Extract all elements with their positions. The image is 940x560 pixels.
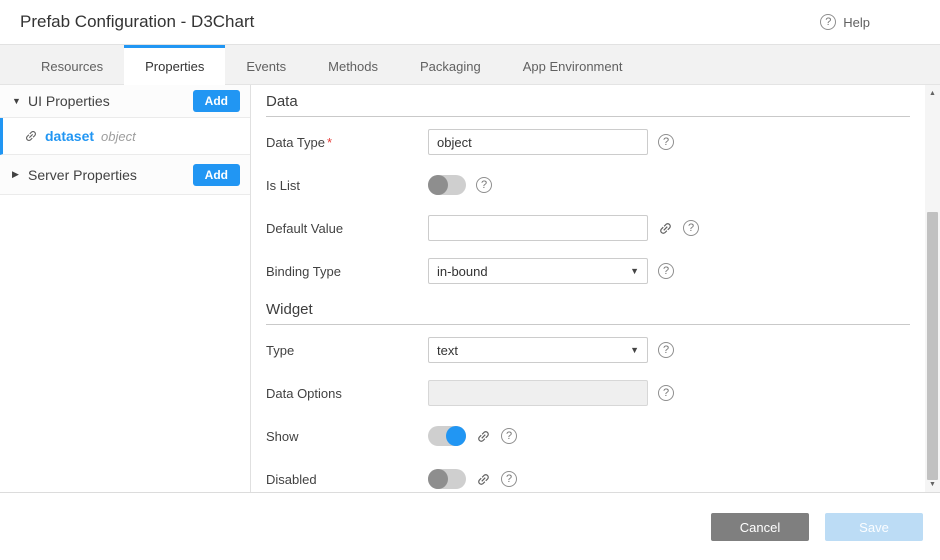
add-ui-property-button[interactable]: Add [193, 90, 240, 112]
scrollbar[interactable]: ▲ ▼ [925, 85, 940, 492]
tab-bar: Resources Properties Events Methods Pack… [0, 45, 940, 85]
tab-properties[interactable]: Properties [124, 45, 225, 85]
dataset-item-type: object [101, 129, 136, 144]
binding-type-select[interactable]: in-bound ▼ [428, 258, 648, 284]
default-value-input[interactable] [428, 215, 648, 241]
scroll-down-icon[interactable]: ▼ [925, 478, 940, 490]
toggle-knob [428, 175, 448, 195]
show-toggle[interactable] [428, 426, 466, 446]
data-type-label: Data Type* [266, 135, 428, 150]
toggle-knob [446, 426, 466, 446]
properties-sidebar: ▼ UI Properties Add dataset object ▶ Ser… [0, 85, 251, 492]
scrollbar-thumb[interactable] [927, 212, 938, 480]
is-list-toggle[interactable] [428, 175, 466, 195]
section-title-data: Data [266, 93, 910, 117]
help-icon[interactable]: ? [658, 385, 674, 401]
scroll-up-icon[interactable]: ▲ [925, 87, 940, 99]
help-icon[interactable]: ? [683, 220, 699, 236]
chevron-down-icon: ▼ [630, 345, 639, 355]
help-icon[interactable]: ? [658, 342, 674, 358]
field-row-data-options: Data Options ? [266, 380, 910, 406]
properties-panel: Data Data Type* ? Is List ? Default Valu… [251, 85, 940, 492]
section-title-widget: Widget [266, 301, 910, 325]
field-row-default-value: Default Value ? [266, 215, 910, 241]
default-value-label: Default Value [266, 221, 428, 236]
field-row-disabled: Disabled ? [266, 466, 910, 492]
required-asterisk: * [327, 135, 332, 150]
data-type-label-text: Data Type [266, 135, 325, 150]
tab-resources[interactable]: Resources [20, 45, 124, 84]
add-server-property-button[interactable]: Add [193, 164, 240, 186]
field-row-type: Type text ▼ ? [266, 337, 910, 363]
server-properties-label: Server Properties [28, 167, 137, 183]
bind-link-icon[interactable] [476, 429, 491, 444]
help-label: Help [843, 15, 870, 30]
type-select[interactable]: text ▼ [428, 337, 648, 363]
help-icon[interactable]: ? [501, 471, 517, 487]
help-button[interactable]: ? Help [820, 14, 870, 30]
chevron-right-icon: ▶ [12, 169, 28, 180]
dataset-item-name: dataset [45, 128, 94, 144]
field-row-binding-type: Binding Type in-bound ▼ ? [266, 258, 910, 284]
cancel-button[interactable]: Cancel [711, 513, 809, 541]
type-value: text [437, 343, 458, 358]
sidebar-item-dataset[interactable]: dataset object [0, 118, 250, 155]
tab-packaging[interactable]: Packaging [399, 45, 502, 84]
help-icon[interactable]: ? [501, 428, 517, 444]
help-icon: ? [820, 14, 836, 30]
page-title: Prefab Configuration - D3Chart [20, 12, 254, 32]
help-icon[interactable]: ? [658, 134, 674, 150]
bind-link-icon[interactable] [658, 221, 673, 236]
field-row-is-list: Is List ? [266, 172, 910, 198]
dialog-header: Prefab Configuration - D3Chart ? Help [0, 0, 940, 45]
field-row-show: Show ? [266, 423, 910, 449]
binding-type-label: Binding Type [266, 264, 428, 279]
toggle-knob [428, 469, 448, 489]
data-options-label: Data Options [266, 386, 428, 401]
tab-app-environment[interactable]: App Environment [502, 45, 644, 84]
chevron-down-icon: ▼ [12, 96, 28, 106]
help-icon[interactable]: ? [476, 177, 492, 193]
binding-type-value: in-bound [437, 264, 488, 279]
tab-methods[interactable]: Methods [307, 45, 399, 84]
help-icon[interactable]: ? [658, 263, 674, 279]
ui-properties-label: UI Properties [28, 93, 110, 109]
dialog-body: ▼ UI Properties Add dataset object ▶ Ser… [0, 85, 940, 492]
disabled-toggle[interactable] [428, 469, 466, 489]
chevron-down-icon: ▼ [630, 266, 639, 276]
is-list-label: Is List [266, 178, 428, 193]
data-options-input [428, 380, 648, 406]
bind-link-icon[interactable] [476, 472, 491, 487]
type-label: Type [266, 343, 428, 358]
dialog-footer: Cancel Save [0, 492, 940, 560]
field-row-data-type: Data Type* ? [266, 129, 910, 155]
link-icon [24, 129, 38, 143]
tab-events[interactable]: Events [225, 45, 307, 84]
show-label: Show [266, 429, 428, 444]
disabled-label: Disabled [266, 472, 428, 487]
save-button[interactable]: Save [825, 513, 923, 541]
data-type-input[interactable] [428, 129, 648, 155]
sidebar-group-ui-properties[interactable]: ▼ UI Properties Add [0, 85, 250, 118]
sidebar-group-server-properties[interactable]: ▶ Server Properties Add [0, 155, 250, 195]
